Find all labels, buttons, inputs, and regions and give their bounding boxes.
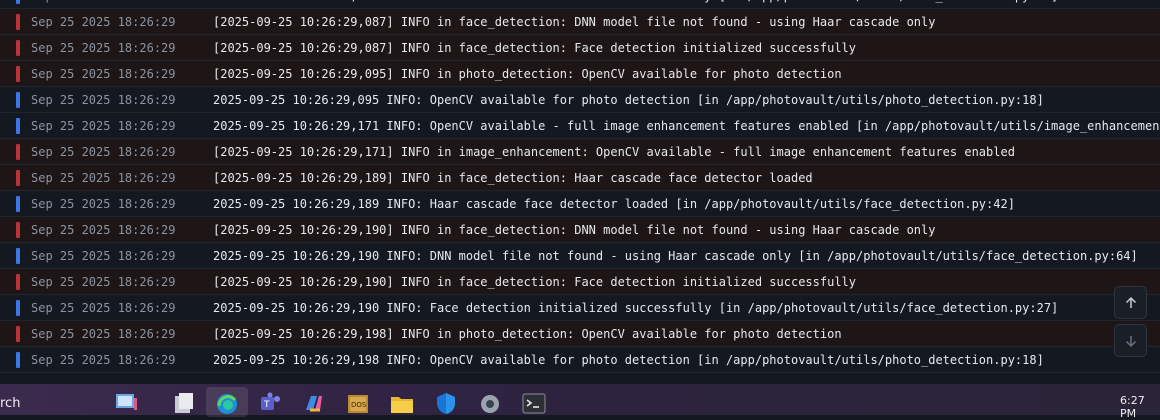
stdout-marker [16, 196, 20, 212]
stdout-marker [16, 118, 20, 134]
edge-icon[interactable] [215, 392, 239, 415]
stderr-marker [16, 66, 20, 82]
stderr-marker [16, 326, 20, 342]
log-timestamp: Sep 25 2025 18:26:29 [31, 327, 176, 341]
log-row: Sep 25 2025 18:26:29 [2025-09-25 10:26:29… [0, 9, 1160, 35]
log-timestamp: Sep 25 2025 18:26:29 [31, 275, 176, 289]
stdout-marker [16, 352, 20, 368]
file-explorer-icon[interactable] [390, 392, 414, 415]
copilot-icon[interactable] [302, 392, 326, 415]
log-row: Sep 25 2025 18:26:29 2025-09-25 10:26:29,… [0, 295, 1160, 321]
log-message: 2025-09-25 10:26:29,190 INFO: DNN model … [213, 249, 1138, 263]
log-row: Sep 25 2025 18:26:29 2025-09-25 10:26:29,… [0, 243, 1160, 269]
log-message: [2025-09-25 10:26:29,190] INFO in face_d… [213, 275, 856, 289]
log-row: Sep 25 2025 18:26:29 2025-09-25 10:26:29,… [0, 347, 1160, 373]
stdout-marker [16, 92, 20, 108]
log-message: 2025-09-25 10:26:29,095 INFO: OpenCV ava… [213, 93, 1044, 107]
log-row: Sep 25 2025 18:26:29 [2025-09-25 10:26:29… [0, 269, 1160, 295]
log-timestamp: Sep 25 2025 18:26:29 [31, 353, 176, 367]
stderr-marker [16, 170, 20, 186]
taskbar: rch T DOS 6:27 PM [0, 384, 1160, 420]
log-row: Sep 25 2025 18:26:29 2025-09-25 10:26:29,… [0, 0, 1160, 9]
stdout-marker [16, 0, 20, 4]
log-row: Sep 25 2025 18:26:29 2025-09-25 10:26:29,… [0, 191, 1160, 217]
log-message: [2025-09-25 10:26:29,095] INFO in photo_… [213, 67, 842, 81]
log-row: Sep 25 2025 18:26:29 [2025-09-25 10:26:29… [0, 35, 1160, 61]
log-message: 2025-09-25 10:26:29,171 INFO: OpenCV ava… [213, 119, 1160, 133]
log-list: Sep 25 2025 18:26:29 2025-09-25 10:26:29,… [0, 0, 1160, 373]
arrow-up-icon [1125, 296, 1136, 308]
arrow-down-icon [1125, 335, 1136, 347]
log-message: [2025-09-25 10:26:29,087] INFO in face_d… [213, 41, 856, 55]
log-timestamp: Sep 25 2025 18:26:29 [31, 0, 176, 9]
log-timestamp: Sep 25 2025 18:26:29 [31, 301, 176, 315]
svg-text:DOS: DOS [351, 401, 367, 409]
log-timestamp: Sep 25 2025 18:26:29 [31, 145, 176, 159]
log-row: Sep 25 2025 18:26:29 2025-09-25 10:26:29,… [0, 113, 1160, 139]
stdout-marker [16, 248, 20, 264]
log-message: [2025-09-25 10:26:29,189] INFO in face_d… [213, 171, 813, 185]
log-row: Sep 25 2025 18:26:29 2025-09-25 10:26:29,… [0, 87, 1160, 113]
search-illustration-icon[interactable] [115, 392, 139, 415]
defender-icon[interactable] [434, 392, 458, 415]
svg-text:T: T [263, 400, 270, 410]
log-timestamp: Sep 25 2025 18:26:29 [31, 249, 176, 263]
log-message: 2025-09-25 10:26:29,087 INFO: Face detec… [213, 0, 1058, 9]
log-row: Sep 25 2025 18:26:29 [2025-09-25 10:26:29… [0, 321, 1160, 347]
stderr-marker [16, 14, 20, 30]
log-message: 2025-09-25 10:26:29,189 INFO: Haar casca… [213, 197, 1015, 211]
stderr-marker [16, 222, 20, 238]
log-message: [2025-09-25 10:26:29,087] INFO in face_d… [213, 15, 936, 29]
log-message: 2025-09-25 10:26:29,190 INFO: Face detec… [213, 301, 1059, 315]
log-message: [2025-09-25 10:26:29,198] INFO in photo_… [213, 327, 842, 341]
log-timestamp: Sep 25 2025 18:26:29 [31, 67, 176, 81]
dosbox-icon[interactable]: DOS [346, 392, 370, 415]
log-row: Sep 25 2025 18:26:29 [2025-09-25 10:26:29… [0, 217, 1160, 243]
log-row: Sep 25 2025 18:26:29 [2025-09-25 10:26:29… [0, 165, 1160, 191]
scroll-to-top-button[interactable] [1114, 286, 1147, 319]
stdout-marker [16, 300, 20, 316]
stderr-marker [16, 144, 20, 160]
log-message: [2025-09-25 10:26:29,190] INFO in face_d… [213, 223, 936, 237]
log-message: [2025-09-25 10:26:29,171] INFO in image_… [213, 145, 1015, 159]
taskbar-search-box[interactable]: rch [0, 396, 20, 411]
stderr-marker [16, 274, 20, 290]
log-timestamp: Sep 25 2025 18:26:29 [31, 197, 176, 211]
log-timestamp: Sep 25 2025 18:26:29 [31, 223, 176, 237]
log-timestamp: Sep 25 2025 18:26:29 [31, 171, 176, 185]
log-message: 2025-09-25 10:26:29,198 INFO: OpenCV ava… [213, 353, 1044, 367]
teams-icon[interactable]: T [258, 392, 282, 415]
log-timestamp: Sep 25 2025 18:26:29 [31, 15, 176, 29]
task-view-icon[interactable] [172, 392, 196, 415]
log-timestamp: Sep 25 2025 18:26:29 [31, 41, 176, 55]
log-row: Sep 25 2025 18:26:29 [2025-09-25 10:26:29… [0, 61, 1160, 87]
stderr-marker [16, 40, 20, 56]
taskbar-clock[interactable]: 6:27 PM [1120, 394, 1160, 420]
settings-icon[interactable] [478, 392, 502, 415]
log-timestamp: Sep 25 2025 18:26:29 [31, 93, 176, 107]
log-timestamp: Sep 25 2025 18:26:29 [31, 119, 176, 133]
scroll-to-bottom-button[interactable] [1114, 324, 1147, 357]
log-row: Sep 25 2025 18:26:29 [2025-09-25 10:26:29… [0, 139, 1160, 165]
terminal-icon[interactable] [522, 392, 546, 415]
